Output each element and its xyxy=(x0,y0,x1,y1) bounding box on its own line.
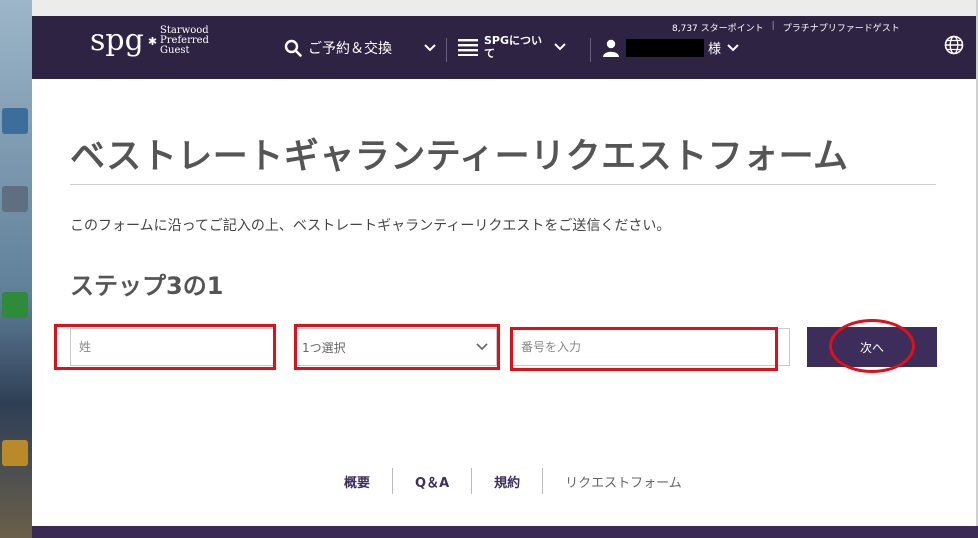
user-honorific: 様 xyxy=(708,42,722,57)
summary-divider: | xyxy=(771,21,775,31)
nav-reserve-label: ご予約＆交換 xyxy=(308,41,392,57)
desktop-icon[interactable] xyxy=(2,108,28,134)
spg-logo[interactable]: spg ✱ Starwood Preferred Guest xyxy=(90,26,209,56)
nav-about-label: SPGについて xyxy=(484,34,543,60)
footer-nav: 概要 Q＆A 規約 リクエストフォーム xyxy=(322,468,682,494)
page-title: ベストレートギャランティーリクエストフォーム xyxy=(70,137,849,177)
account-summary: 8,737 スターポイント | プラチナプリファードゲスト xyxy=(672,21,900,34)
search-icon xyxy=(284,39,302,57)
nav-divider xyxy=(590,38,591,62)
nav-divider xyxy=(446,38,447,62)
logo-words: Starwood Preferred Guest xyxy=(160,26,209,56)
footer-link-terms[interactable]: 規約 xyxy=(472,472,542,491)
redacted-username xyxy=(626,38,704,57)
footer-link-overview[interactable]: 概要 xyxy=(322,472,392,491)
globe-icon[interactable] xyxy=(944,35,964,55)
footer-current-page: リクエストフォーム xyxy=(565,475,682,491)
annotation-circle xyxy=(829,319,915,373)
window-top-gap xyxy=(32,0,978,16)
nav-reserve[interactable]: ご予約＆交換 xyxy=(284,38,436,58)
footer-link-qa[interactable]: Q＆A xyxy=(393,472,471,491)
member-tier[interactable]: プラチナプリファードゲスト xyxy=(783,21,900,34)
desktop-background xyxy=(0,0,32,538)
logo-star-icon: ✱ xyxy=(147,34,158,48)
chevron-down-icon xyxy=(554,43,566,51)
annotation-box xyxy=(294,324,500,370)
nav-about-spg[interactable]: SPGについて xyxy=(458,34,566,60)
user-icon xyxy=(603,39,619,57)
star-points[interactable]: 8,737 スターポイント xyxy=(672,21,764,34)
intro-text: このフォームに沿ってご記入の上、ベストレートギャランティーリクエストをご送信くだ… xyxy=(70,218,671,234)
logo-line: Guest xyxy=(160,45,190,56)
step-heading: ステップ3の1 xyxy=(70,272,224,300)
menu-icon xyxy=(458,39,478,56)
site-footer-bar xyxy=(32,526,978,538)
logo-mark: spg xyxy=(90,23,144,58)
annotation-box xyxy=(510,327,778,371)
chevron-down-icon xyxy=(727,43,739,51)
annotation-box xyxy=(54,324,276,370)
desktop-icon[interactable] xyxy=(2,186,28,212)
desktop-icon[interactable] xyxy=(2,440,28,466)
desktop-icon-excel[interactable] xyxy=(2,292,28,318)
title-divider xyxy=(70,184,936,185)
site-header: spg ✱ Starwood Preferred Guest 8,737 スター… xyxy=(32,16,976,79)
browser-page: spg ✱ Starwood Preferred Guest 8,737 スター… xyxy=(32,16,976,526)
nav-user-menu[interactable]: 様 xyxy=(602,38,739,57)
chevron-down-icon xyxy=(424,44,436,52)
